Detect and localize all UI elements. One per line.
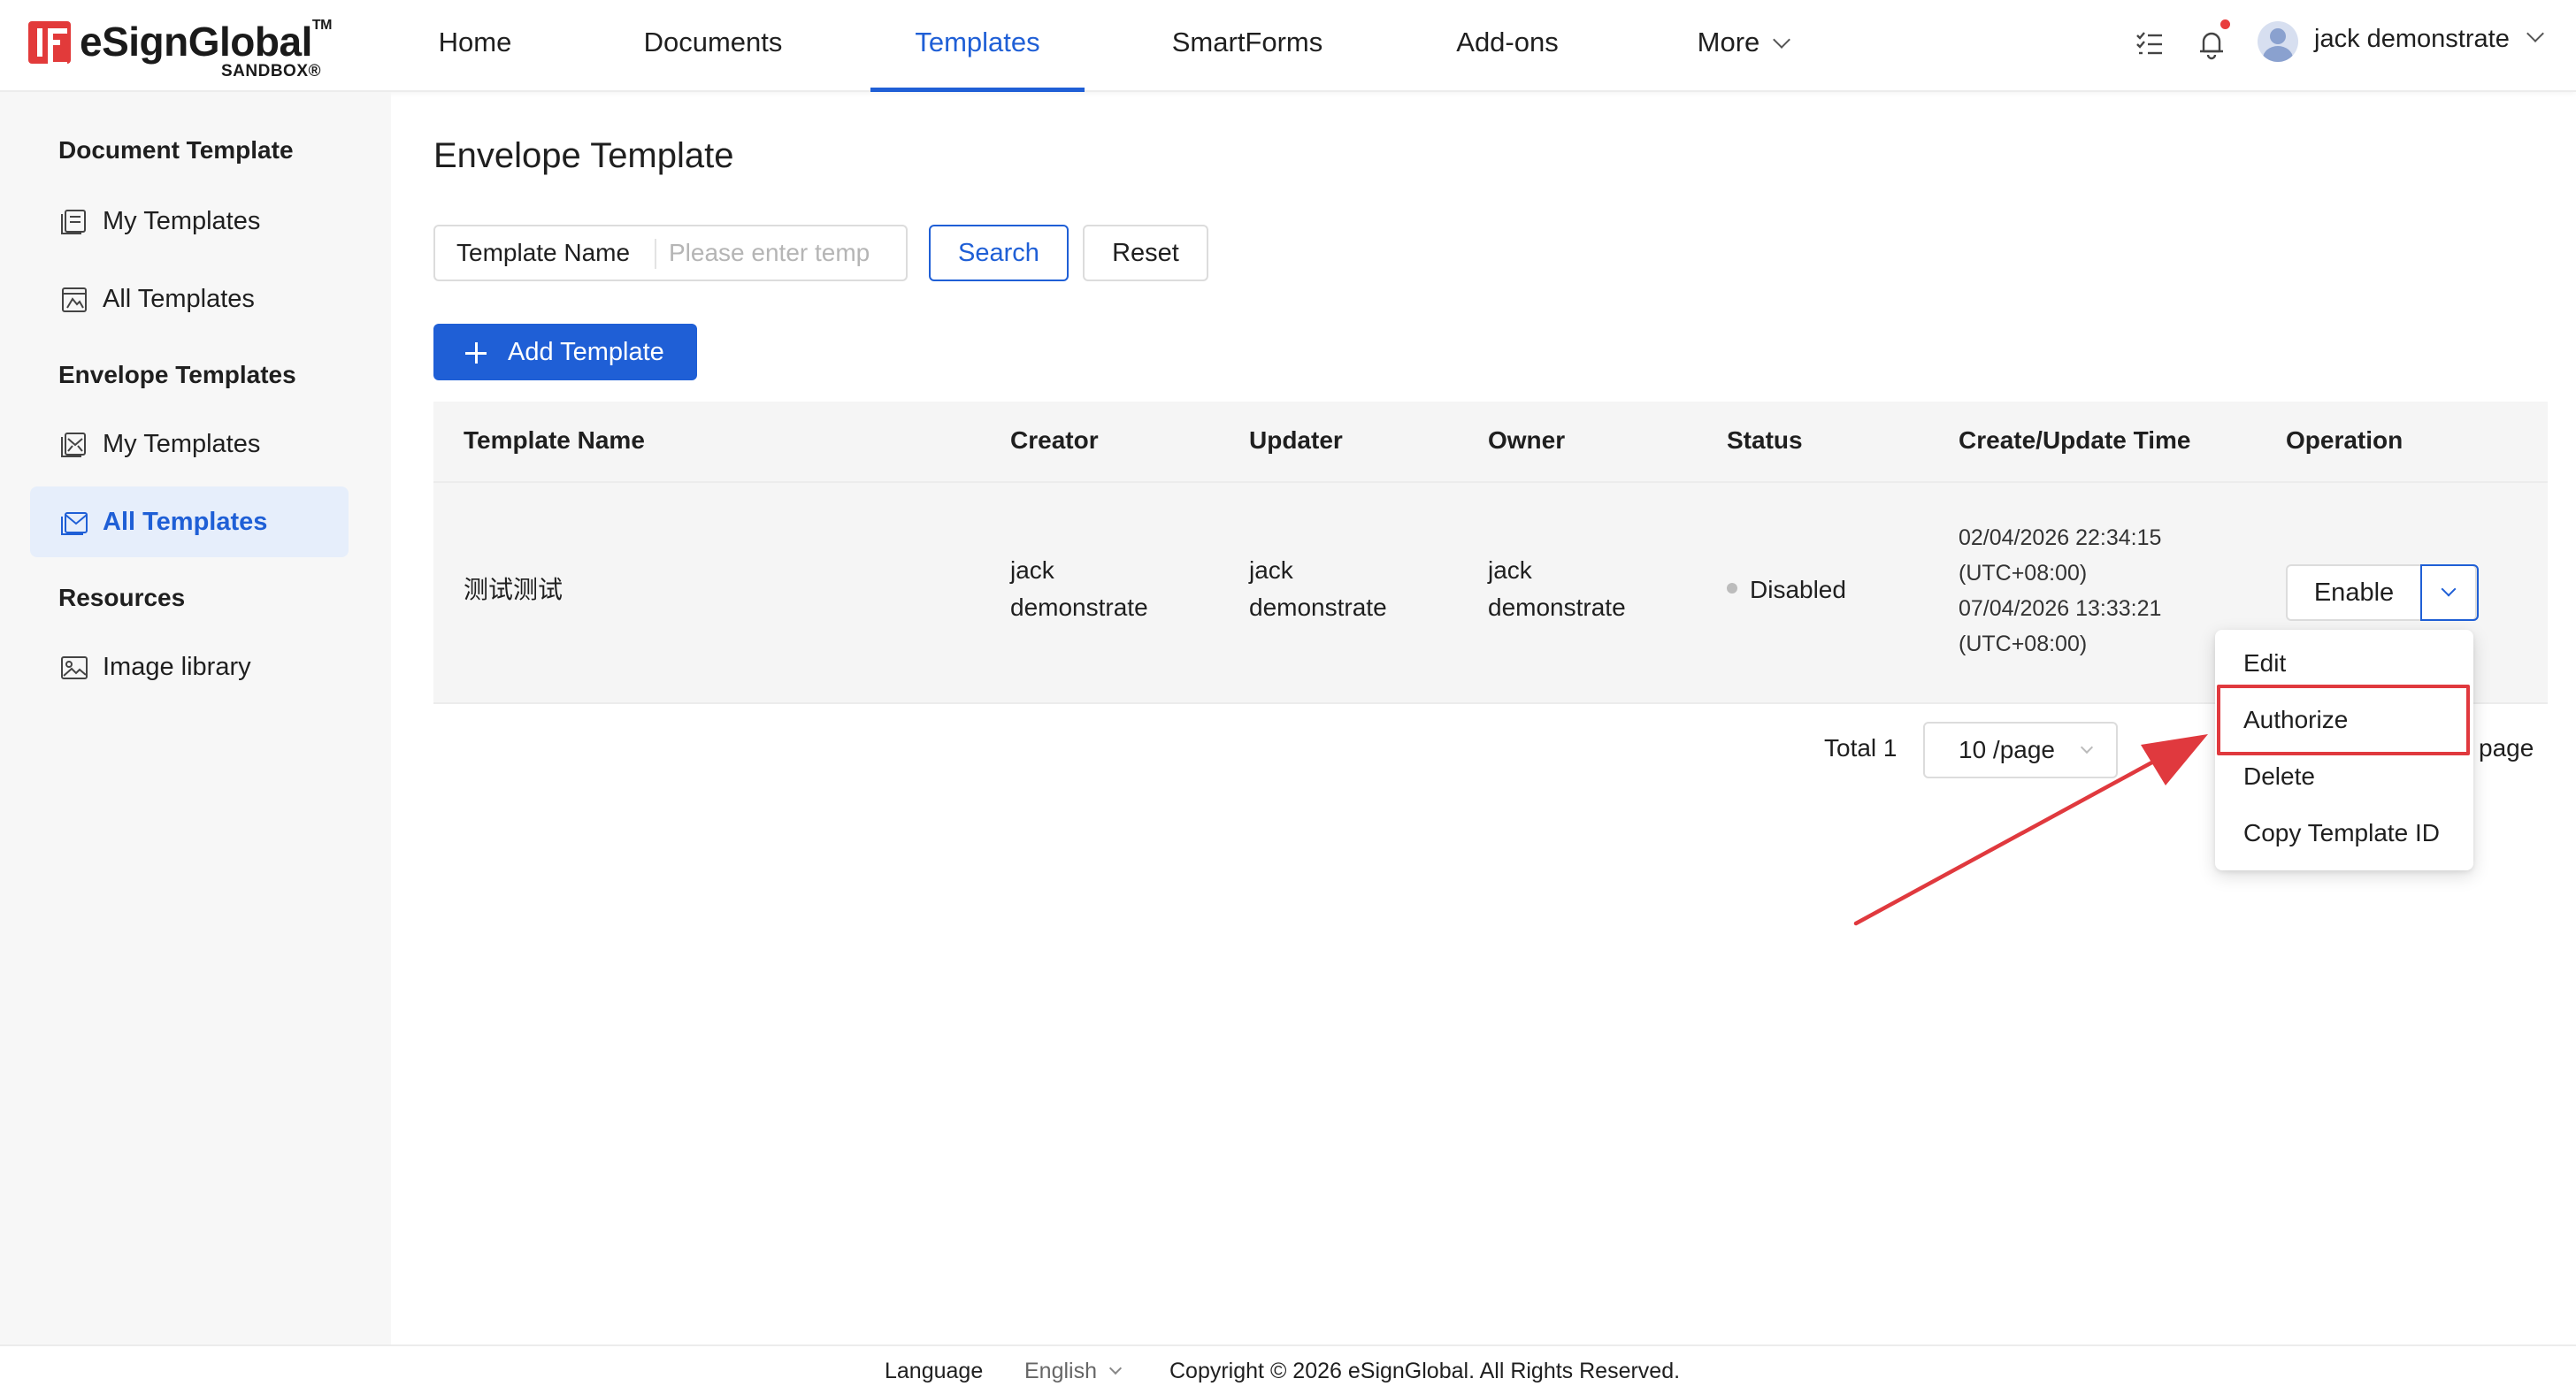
- cell-creator: jack demonstrate: [1010, 552, 1148, 626]
- user-name: jack demonstrate: [2314, 25, 2510, 53]
- page-title: Envelope Template: [433, 136, 734, 175]
- language-label: Language: [885, 1359, 984, 1383]
- chevron-down-icon[interactable]: [1108, 1361, 1123, 1375]
- sidebar-item-document-my-templates[interactable]: My Templates: [30, 186, 349, 257]
- document-stack-icon: [61, 210, 86, 234]
- nav-home[interactable]: Home: [437, 0, 513, 92]
- cell-updater: jack demonstrate: [1249, 552, 1387, 626]
- updater-line: jack: [1249, 556, 1293, 584]
- template-name-filter: Template Name: [433, 225, 908, 281]
- sidebar-item-envelope-all-templates[interactable]: All Templates: [30, 486, 349, 557]
- update-time: 07/04/2026 13:33:21: [1959, 596, 2162, 621]
- page-size-select[interactable]: 10 /page: [1923, 722, 2118, 778]
- reset-button[interactable]: Reset: [1083, 225, 1208, 281]
- template-name-input[interactable]: [669, 234, 899, 272]
- nav-more[interactable]: More: [1688, 0, 1798, 92]
- creator-line: demonstrate: [1010, 594, 1148, 621]
- logo-mark-icon: [28, 21, 71, 67]
- copyright-text: Copyright © 2026 eSignGlobal. All Rights…: [1169, 1359, 1681, 1383]
- plus-icon: [465, 343, 487, 362]
- column-operation: Operation: [2286, 426, 2404, 454]
- nav-templates[interactable]: Templates: [870, 0, 1085, 92]
- chevron-down-icon: [1773, 31, 1791, 49]
- sidebar-item-envelope-my-templates[interactable]: My Templates: [30, 409, 349, 479]
- user-menu[interactable]: jack demonstrate: [2314, 25, 2544, 54]
- menu-item-copy-template-id[interactable]: Copy Template ID: [2243, 819, 2440, 847]
- nav-smartforms[interactable]: SmartForms: [1168, 0, 1327, 92]
- column-creator: Creator: [1010, 426, 1099, 454]
- pagination-total: Total 1: [1824, 734, 1898, 762]
- column-template-name: Template Name: [464, 426, 645, 454]
- chevron-down-icon: [2441, 581, 2457, 597]
- search-button[interactable]: Search: [929, 225, 1069, 281]
- page-size-value: 10 /page: [1959, 736, 2055, 763]
- nav-more-label: More: [1697, 27, 1760, 57]
- owner-line: demonstrate: [1488, 594, 1626, 621]
- sidebar-group-envelope-templates: Envelope Templates: [58, 361, 296, 388]
- envelope-grid-icon: [61, 512, 88, 535]
- bell-icon[interactable]: [2194, 27, 2229, 62]
- sidebar-group-resources: Resources: [58, 584, 186, 611]
- nav-documents[interactable]: Documents: [639, 0, 787, 92]
- menu-item-edit[interactable]: Edit: [2243, 649, 2286, 678]
- cell-owner: jack demonstrate: [1488, 552, 1626, 626]
- status-dot: [1727, 583, 1737, 594]
- add-template-button[interactable]: Add Template: [433, 324, 697, 380]
- owner-line: jack: [1488, 556, 1532, 584]
- cell-status: Disabled: [1727, 571, 1846, 609]
- document-grid-icon: [62, 287, 87, 312]
- filter-label: Template Name: [456, 239, 631, 266]
- footer: Language English Copyright © 2026 eSignG…: [0, 1344, 2576, 1394]
- enable-button[interactable]: Enable: [2288, 566, 2420, 619]
- operation-dropdown-toggle[interactable]: [2420, 564, 2479, 621]
- creator-line: jack: [1010, 556, 1054, 584]
- status-badge: Disabled: [1750, 576, 1846, 603]
- update-timezone: (UTC+08:00): [1959, 632, 2088, 656]
- sidebar-item-document-all-templates[interactable]: All Templates: [30, 264, 349, 334]
- filter-divider: [655, 239, 656, 269]
- operation-button-group: Enable: [2286, 564, 2479, 621]
- envelope-stack-icon: [61, 433, 86, 457]
- sidebar-group-document-template: Document Template: [58, 136, 294, 164]
- notification-dot: [2220, 19, 2230, 29]
- brand-name: eSignGlobal: [80, 19, 312, 65]
- sidebar-item-label: All Templates: [103, 508, 268, 536]
- table-header: Template Name Creator Updater Owner Stat…: [433, 402, 2548, 483]
- cell-template-name: 测试测试: [464, 576, 564, 603]
- environment-label: SANDBOX®: [221, 62, 322, 80]
- cell-create-update-time: 02/04/2026 22:34:15 (UTC+08:00) 07/04/20…: [1959, 520, 2161, 662]
- chevron-down-icon: [2526, 25, 2544, 42]
- avatar-icon[interactable]: [2258, 21, 2298, 62]
- brand-trademark: TM: [311, 18, 333, 33]
- highlight-annotation: [2217, 685, 2470, 755]
- pagination-goto-suffix: page: [2479, 734, 2534, 762]
- column-updater: Updater: [1249, 426, 1343, 454]
- updater-line: demonstrate: [1249, 594, 1387, 621]
- sidebar-item-label: My Templates: [103, 430, 261, 458]
- create-time: 02/04/2026 22:34:15: [1959, 525, 2162, 550]
- add-template-label: Add Template: [508, 338, 664, 366]
- sidebar: Document Template My Templates All Templ…: [0, 92, 391, 1344]
- language-select[interactable]: English: [1024, 1359, 1097, 1384]
- image-icon: [61, 656, 88, 679]
- chevron-down-icon: [2080, 740, 2094, 754]
- top-navigation: eSignGlobalTM SANDBOX® Home Documents Te…: [0, 0, 2576, 92]
- sidebar-item-label: My Templates: [103, 207, 261, 235]
- create-timezone: (UTC+08:00): [1959, 561, 2088, 586]
- column-status: Status: [1727, 426, 1803, 454]
- menu-item-delete[interactable]: Delete: [2243, 762, 2315, 791]
- column-create-update-time: Create/Update Time: [1959, 426, 2191, 454]
- nav-addons[interactable]: Add-ons: [1451, 0, 1564, 92]
- sidebar-item-label: Image library: [103, 653, 251, 681]
- sidebar-item-image-library[interactable]: Image library: [30, 632, 349, 702]
- task-list-icon[interactable]: [2132, 27, 2167, 62]
- column-owner: Owner: [1488, 426, 1566, 454]
- sidebar-item-label: All Templates: [103, 285, 255, 313]
